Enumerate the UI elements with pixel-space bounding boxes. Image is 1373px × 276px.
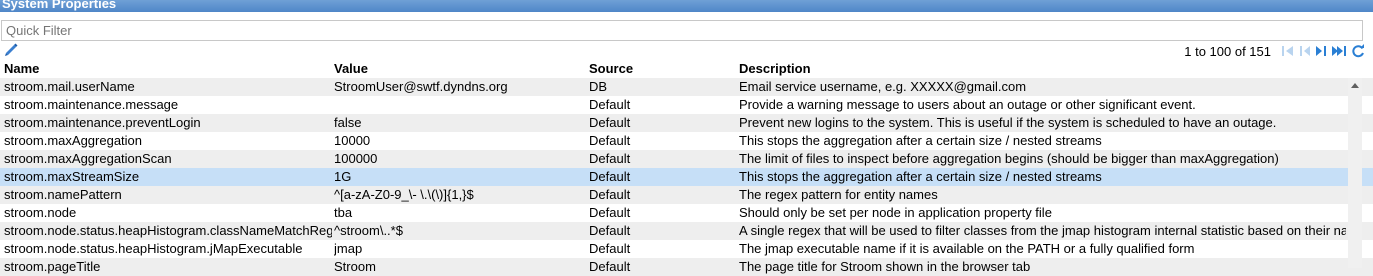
property-description-cell: The page title for Stroom shown in the b… xyxy=(739,259,1031,274)
property-value-cell: 100000 xyxy=(334,151,378,166)
property-description-cell: The limit of files to inspect before agg… xyxy=(739,151,1279,166)
last-page-icon[interactable] xyxy=(1331,44,1347,58)
table-row[interactable]: stroom.node tba Default Should only be s… xyxy=(0,204,1373,222)
scroll-up-arrow-icon[interactable] xyxy=(1351,83,1359,88)
table-row[interactable]: stroom.namePattern ^[a-zA-Z0-9_\- \.\(\)… xyxy=(0,186,1373,204)
table-row[interactable]: stroom.mail.userName StroomUser@swtf.dyn… xyxy=(0,78,1373,96)
property-source-cell: Default xyxy=(589,115,631,130)
property-value-cell: StroomUser@swtf.dyndns.org xyxy=(334,79,508,94)
table-row-selected[interactable]: stroom.maxStreamSize 1G Default This sto… xyxy=(0,168,1373,186)
properties-table: Name Value Source Description stroom.mai… xyxy=(0,60,1373,276)
property-value-cell: ^stroom\..*$ xyxy=(334,223,403,238)
quick-filter-input[interactable] xyxy=(1,20,1363,41)
property-description-cell: This stops the aggregation after a certa… xyxy=(739,133,1102,148)
table-row[interactable]: stroom.node.status.heapHistogram.jMapExe… xyxy=(0,240,1373,258)
property-value-cell: 1G xyxy=(334,169,352,184)
property-source-cell: Default xyxy=(589,205,631,220)
property-source-cell: Default xyxy=(589,241,631,256)
property-description-cell: Prevent new logins to the system. This i… xyxy=(739,115,1277,130)
table-row[interactable]: stroom.pageTitle Stroom Default The page… xyxy=(0,258,1373,276)
table-row[interactable]: stroom.maintenance.message Default Provi… xyxy=(0,96,1373,114)
property-value-cell: ^[a-zA-Z0-9_\- \.\(\)]{1,}$ xyxy=(334,187,474,202)
first-page-icon[interactable] xyxy=(1281,44,1295,58)
property-source-cell: Default xyxy=(589,97,631,112)
property-source-cell: Default xyxy=(589,133,631,148)
property-name-cell: stroom.namePattern xyxy=(4,187,122,202)
property-source-cell: Default xyxy=(589,169,631,184)
column-header-name[interactable]: Name xyxy=(4,61,332,76)
table-row[interactable]: stroom.maintenance.preventLogin false De… xyxy=(0,114,1373,132)
property-description-cell: The jmap executable name if it is availa… xyxy=(739,241,1195,256)
table-row[interactable]: stroom.maxAggregationScan 100000 Default… xyxy=(0,150,1373,168)
panel-title-bar: System Properties xyxy=(0,0,1373,12)
vertical-scrollbar[interactable] xyxy=(1348,78,1362,268)
property-description-cell: The regex pattern for entity names xyxy=(739,187,938,202)
property-description-cell: Provide a warning message to users about… xyxy=(739,97,1196,112)
property-name-cell: stroom.maxAggregationScan xyxy=(4,151,172,166)
column-header-source[interactable]: Source xyxy=(589,61,735,76)
property-description-cell: A single regex that will be used to filt… xyxy=(739,223,1346,238)
property-description-cell: Should only be set per node in applicati… xyxy=(739,205,1052,220)
property-value-cell: tba xyxy=(334,205,353,220)
column-header-value[interactable]: Value xyxy=(334,61,587,76)
column-header-description[interactable]: Description xyxy=(739,61,1346,76)
table-row[interactable]: stroom.maxAggregation 10000 Default This… xyxy=(0,132,1373,150)
pager: 1 to 100 of 151 xyxy=(1184,42,1365,60)
property-value-cell: Stroom xyxy=(334,259,376,274)
property-name-cell: stroom.maintenance.preventLogin xyxy=(4,115,201,130)
table-row[interactable]: stroom.node.status.heapHistogram.classNa… xyxy=(0,222,1373,240)
property-name-cell: stroom.maxAggregation xyxy=(4,133,143,148)
property-name-cell: stroom.node.status.heapHistogram.classNa… xyxy=(4,223,332,238)
refresh-icon[interactable] xyxy=(1351,44,1365,58)
property-name-cell: stroom.pageTitle xyxy=(4,259,101,274)
next-page-icon[interactable] xyxy=(1315,44,1327,58)
property-source-cell: Default xyxy=(589,151,631,166)
property-name-cell: stroom.maintenance.message xyxy=(4,97,179,112)
previous-page-icon[interactable] xyxy=(1299,44,1311,58)
property-description-cell: This stops the aggregation after a certa… xyxy=(739,169,1102,184)
pager-range-text: 1 to 100 of 151 xyxy=(1184,43,1271,59)
property-name-cell: stroom.node.status.heapHistogram.jMapExe… xyxy=(4,241,303,256)
property-value-cell: 10000 xyxy=(334,133,371,148)
property-source-cell: Default xyxy=(589,223,631,238)
table-header: Name Value Source Description xyxy=(0,60,1373,78)
property-name-cell: stroom.node xyxy=(4,205,77,220)
property-value-cell: false xyxy=(334,115,362,130)
property-value-cell: jmap xyxy=(334,241,363,256)
property-source-cell: Default xyxy=(589,187,631,202)
panel-title: System Properties xyxy=(2,0,117,11)
property-source-cell: DB xyxy=(589,79,608,94)
property-name-cell: stroom.maxStreamSize xyxy=(4,169,140,184)
property-source-cell: Default xyxy=(589,259,631,274)
edit-pencil-icon[interactable] xyxy=(3,42,19,58)
property-description-cell: Email service username, e.g. XXXXX@gmail… xyxy=(739,79,1027,94)
property-name-cell: stroom.mail.userName xyxy=(4,79,135,94)
